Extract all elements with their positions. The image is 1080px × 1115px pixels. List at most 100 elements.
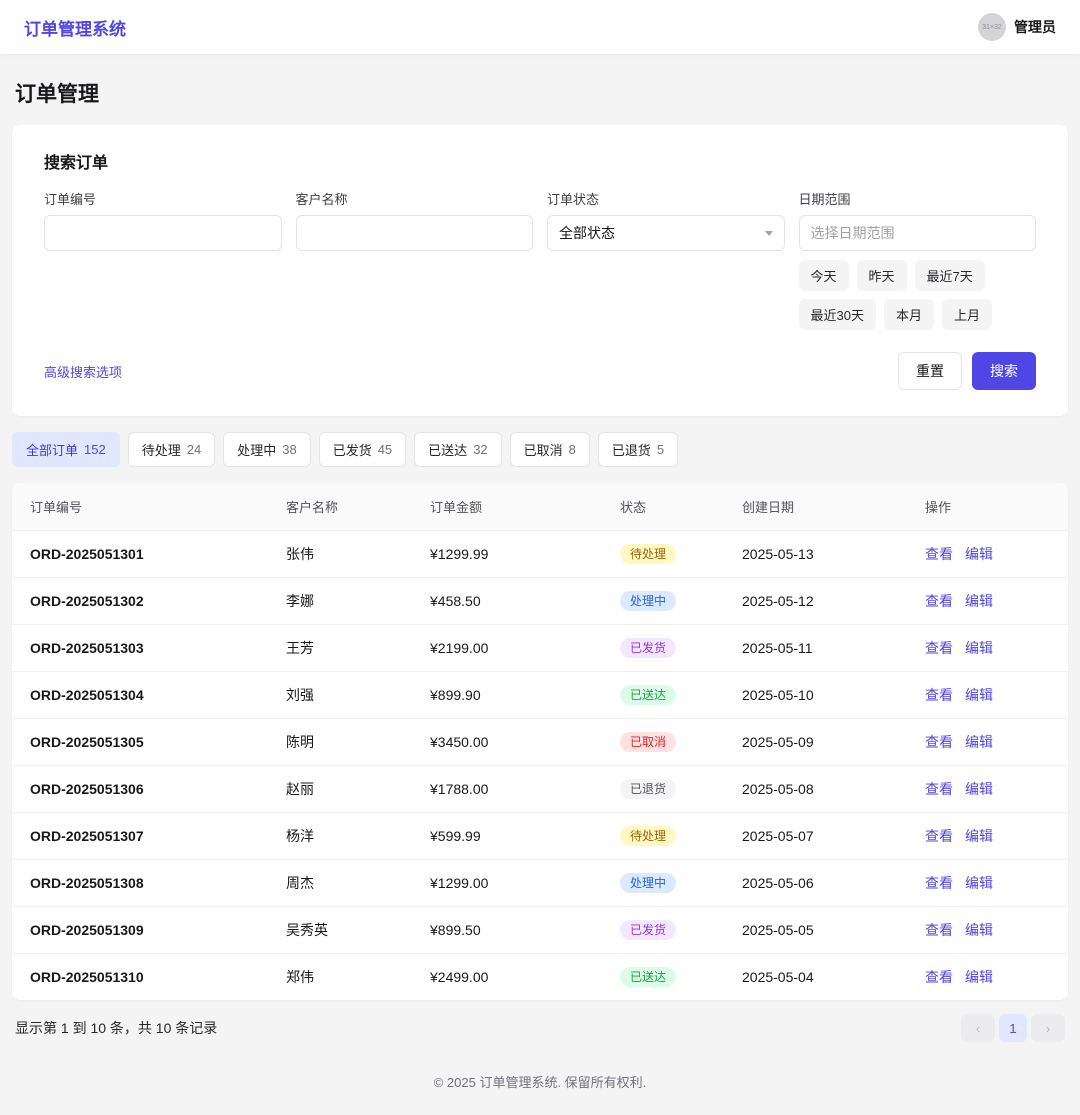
edit-link[interactable]: 编辑 [965, 593, 993, 609]
view-link[interactable]: 查看 [925, 734, 953, 750]
status-select[interactable]: 全部状态 [547, 215, 785, 251]
order-no-input[interactable] [44, 215, 282, 251]
cell-date: 2025-05-12 [742, 578, 925, 625]
view-link[interactable]: 查看 [925, 546, 953, 562]
quick-date-button-0[interactable]: 今天 [799, 260, 849, 291]
edit-link[interactable]: 编辑 [965, 781, 993, 797]
table-row: ORD-2025051308周杰¥1299.00处理中2025-05-06查看编… [12, 860, 1068, 907]
view-link[interactable]: 查看 [925, 781, 953, 797]
cell-amount: ¥2199.00 [430, 625, 620, 672]
customer-input[interactable] [296, 215, 534, 251]
column-header: 订单编号 [12, 483, 286, 531]
cell-order-no: ORD-2025051305 [12, 719, 286, 766]
search-button[interactable]: 搜索 [972, 352, 1036, 390]
edit-link[interactable]: 编辑 [965, 687, 993, 703]
date-range-label: 日期范围 [799, 189, 1037, 208]
edit-link[interactable]: 编辑 [965, 922, 993, 938]
cell-date: 2025-05-13 [742, 531, 925, 578]
table-row: ORD-2025051309吴秀英¥899.50已发货2025-05-05查看编… [12, 907, 1068, 954]
status-select-value: 全部状态 [559, 223, 615, 243]
pagination: ‹ 1 › [961, 1014, 1065, 1042]
edit-link[interactable]: 编辑 [965, 734, 993, 750]
edit-link[interactable]: 编辑 [965, 969, 993, 985]
tab-3[interactable]: 已发货45 [319, 432, 406, 467]
tab-5[interactable]: 已取消8 [510, 432, 590, 467]
page-1-button[interactable]: 1 [999, 1014, 1027, 1042]
cell-date: 2025-05-05 [742, 907, 925, 954]
quick-date-button-2[interactable]: 最近7天 [915, 260, 985, 291]
next-page-button[interactable]: › [1031, 1014, 1065, 1042]
view-link[interactable]: 查看 [925, 640, 953, 656]
status-badge: 处理中 [620, 873, 676, 893]
edit-link[interactable]: 编辑 [965, 828, 993, 844]
view-link[interactable]: 查看 [925, 922, 953, 938]
main-content: 订单管理 搜索订单 订单编号 客户名称 订单状态 全部状态 日期范围 [0, 78, 1080, 1115]
column-header: 操作 [925, 483, 1068, 531]
cell-status: 待处理 [620, 813, 742, 860]
tab-0[interactable]: 全部订单152 [12, 432, 120, 467]
view-link[interactable]: 查看 [925, 828, 953, 844]
tab-2[interactable]: 处理中38 [223, 432, 310, 467]
cell-actions: 查看编辑 [925, 860, 1068, 907]
cell-amount: ¥899.90 [430, 672, 620, 719]
cell-customer: 杨洋 [286, 813, 430, 860]
prev-page-button[interactable]: ‹ [961, 1014, 995, 1042]
cell-actions: 查看编辑 [925, 766, 1068, 813]
records-summary: 显示第 1 到 10 条，共 10 条记录 [15, 1018, 217, 1038]
quick-date-button-4[interactable]: 本月 [884, 299, 934, 330]
view-link[interactable]: 查看 [925, 687, 953, 703]
advanced-search-link[interactable]: 高级搜索选项 [44, 362, 122, 381]
status-badge: 已发货 [620, 638, 676, 658]
tab-label: 待处理 [142, 440, 181, 459]
cell-amount: ¥899.50 [430, 907, 620, 954]
cell-actions: 查看编辑 [925, 672, 1068, 719]
cell-date: 2025-05-07 [742, 813, 925, 860]
tab-4[interactable]: 已送达32 [414, 432, 501, 467]
reset-button[interactable]: 重置 [898, 352, 962, 390]
customer-field-group: 客户名称 [296, 189, 534, 330]
cell-order-no: ORD-2025051303 [12, 625, 286, 672]
edit-link[interactable]: 编辑 [965, 640, 993, 656]
cell-amount: ¥458.50 [430, 578, 620, 625]
cell-date: 2025-05-09 [742, 719, 925, 766]
column-header: 订单金额 [430, 483, 620, 531]
cell-status: 已发货 [620, 625, 742, 672]
cell-amount: ¥1788.00 [430, 766, 620, 813]
date-range-input[interactable] [799, 215, 1037, 251]
view-link[interactable]: 查看 [925, 969, 953, 985]
cell-status: 处理中 [620, 860, 742, 907]
status-badge: 待处理 [620, 544, 676, 564]
edit-link[interactable]: 编辑 [965, 875, 993, 891]
cell-amount: ¥1299.99 [430, 531, 620, 578]
view-link[interactable]: 查看 [925, 875, 953, 891]
cell-order-no: ORD-2025051310 [12, 954, 286, 1001]
tab-count: 45 [378, 442, 392, 457]
table-row: ORD-2025051303王芳¥2199.00已发货2025-05-11查看编… [12, 625, 1068, 672]
cell-status: 已取消 [620, 719, 742, 766]
status-tabs: 全部订单152待处理24处理中38 已发货45已送达32 已取消8已退货5 [12, 432, 1068, 467]
cell-actions: 查看编辑 [925, 625, 1068, 672]
edit-link[interactable]: 编辑 [965, 546, 993, 562]
cell-actions: 查看编辑 [925, 907, 1068, 954]
column-header: 状态 [620, 483, 742, 531]
view-link[interactable]: 查看 [925, 593, 953, 609]
cell-order-no: ORD-2025051302 [12, 578, 286, 625]
search-panel-title: 搜索订单 [44, 149, 1036, 173]
user-menu[interactable]: 31×32 管理员 [978, 13, 1056, 41]
quick-date-button-5[interactable]: 上月 [942, 299, 992, 330]
quick-date-button-1[interactable]: 昨天 [857, 260, 907, 291]
quick-date-button-3[interactable]: 最近30天 [799, 299, 876, 330]
cell-actions: 查看编辑 [925, 719, 1068, 766]
tab-6[interactable]: 已退货5 [598, 432, 678, 467]
tab-1[interactable]: 待处理24 [128, 432, 215, 467]
orders-table-card: 订单编号客户名称订单金额状态创建日期操作 ORD-2025051301张伟¥12… [12, 483, 1068, 1000]
cell-actions: 查看编辑 [925, 813, 1068, 860]
table-row: ORD-2025051310郑伟¥2499.00已送达2025-05-04查看编… [12, 954, 1068, 1001]
cell-amount: ¥1299.00 [430, 860, 620, 907]
user-name: 管理员 [1014, 17, 1056, 37]
tab-count: 8 [569, 442, 576, 457]
cell-order-no: ORD-2025051308 [12, 860, 286, 907]
cell-customer: 刘强 [286, 672, 430, 719]
tab-count: 38 [282, 442, 296, 457]
status-badge: 处理中 [620, 591, 676, 611]
